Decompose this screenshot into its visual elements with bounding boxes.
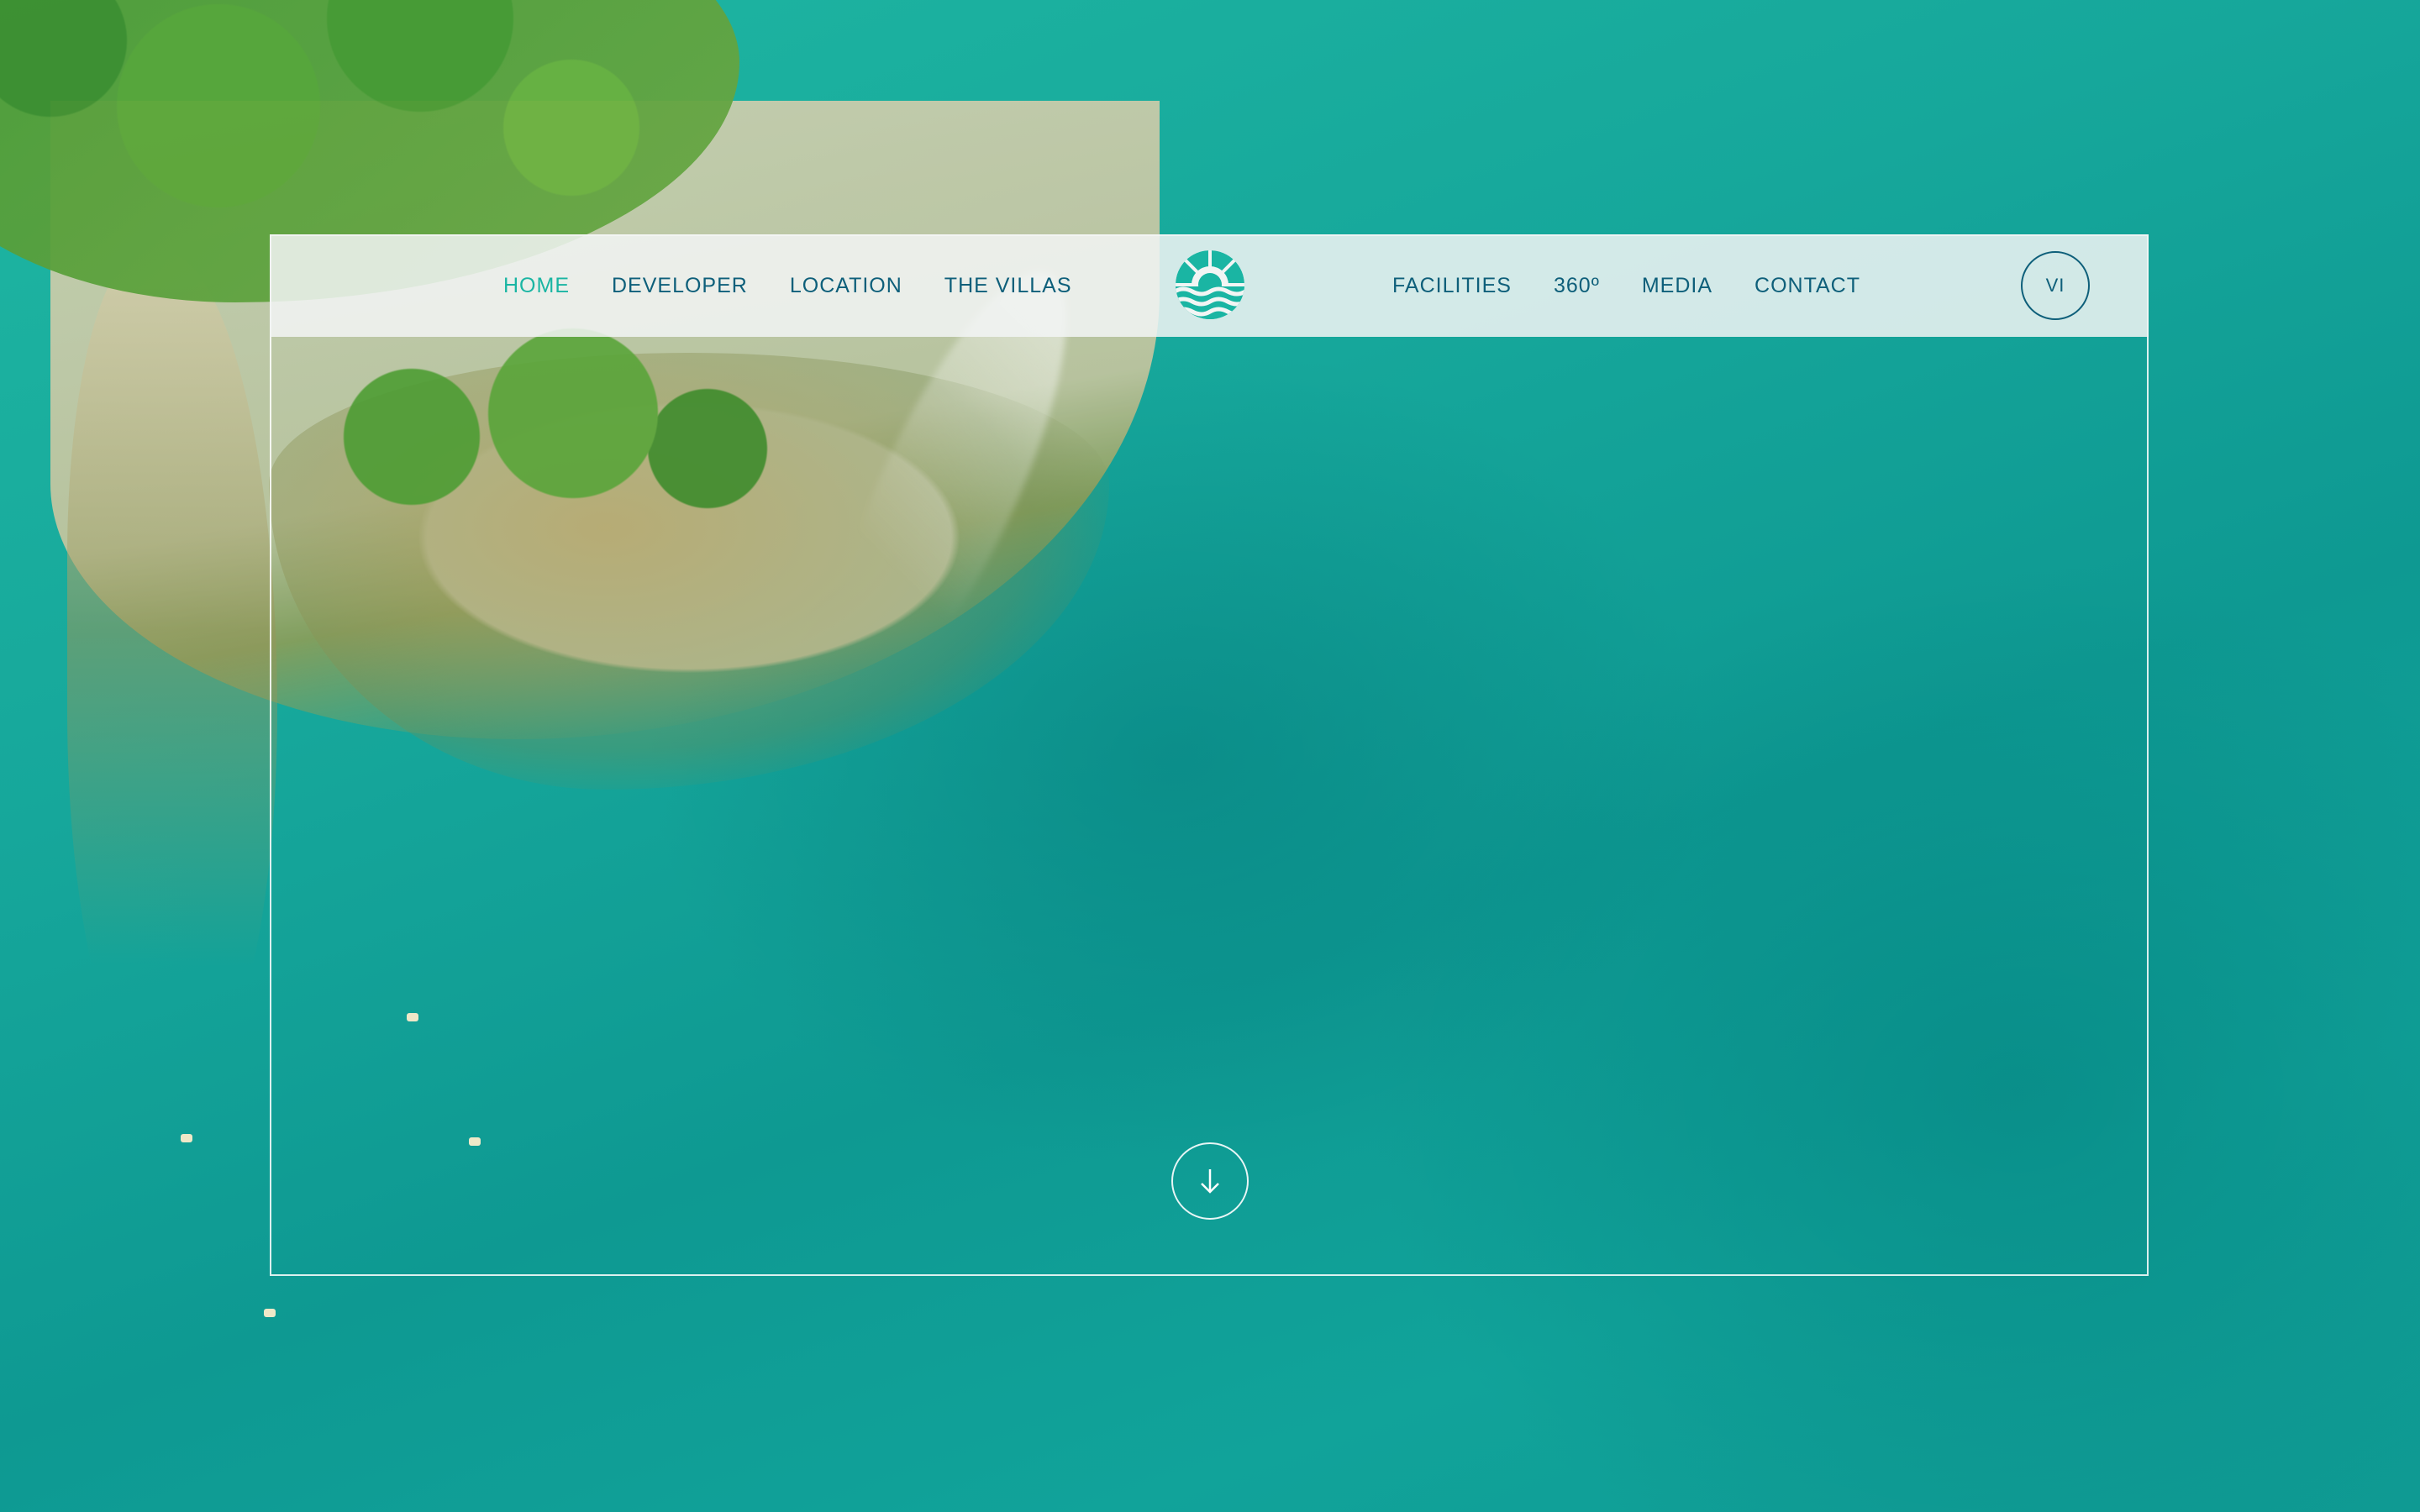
- nav-facilities[interactable]: FACILITIES: [1392, 274, 1512, 298]
- nav-developer[interactable]: DEVELOPER: [612, 274, 748, 298]
- nav-360[interactable]: 360º: [1554, 274, 1600, 298]
- nav-home[interactable]: HOME: [503, 274, 570, 298]
- language-label: VI: [2045, 275, 2065, 296]
- nav-location[interactable]: LOCATION: [790, 274, 902, 298]
- scroll-down-button[interactable]: [1171, 1142, 1249, 1220]
- hero-background: HOME DEVELOPER LOCATION THE VILLAS FACIL…: [0, 0, 2420, 1512]
- hero-frame: [270, 234, 2149, 1276]
- nav-media[interactable]: MEDIA: [1642, 274, 1712, 298]
- nav-left-group: HOME DEVELOPER LOCATION THE VILLAS: [503, 234, 1072, 337]
- nav-right-group: FACILITIES 360º MEDIA CONTACT: [1392, 234, 1860, 337]
- main-navbar: HOME DEVELOPER LOCATION THE VILLAS FACIL…: [270, 234, 2149, 337]
- arrow-down-icon: [1201, 1169, 1219, 1194]
- brand-logo-icon[interactable]: [1175, 249, 1245, 320]
- language-switch-button[interactable]: VI: [2021, 251, 2090, 320]
- buoy: [264, 1309, 276, 1317]
- nav-contact[interactable]: CONTACT: [1754, 274, 1860, 298]
- nav-the-villas[interactable]: THE VILLAS: [944, 274, 1072, 298]
- sun-waves-logo-icon: [1176, 250, 1244, 319]
- buoy: [181, 1134, 192, 1142]
